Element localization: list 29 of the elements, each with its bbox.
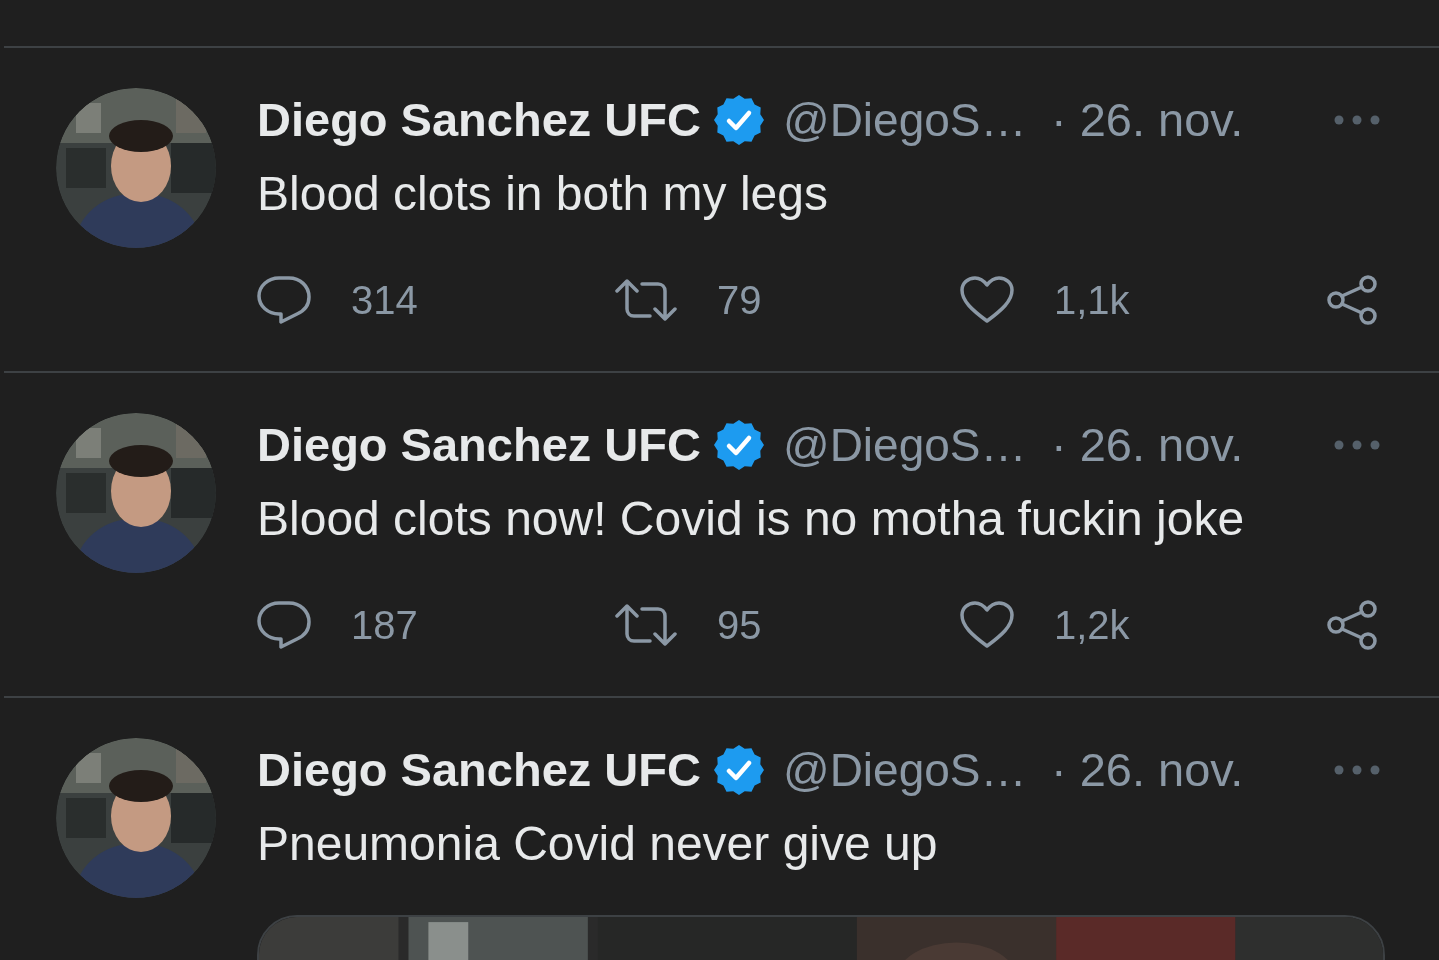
- like-count: 1,2k: [1054, 602, 1130, 649]
- speech-bubble-icon[interactable]: [257, 600, 311, 650]
- author-name[interactable]: Diego Sanchez UFC: [257, 84, 701, 156]
- retweet-icon[interactable]: [615, 278, 677, 322]
- author-handle[interactable]: @DiegoS…: [782, 735, 1051, 805]
- tweet-date[interactable]: · 26. nov.: [1050, 84, 1244, 156]
- tweet-text: Blood clots now! Covid is no motha fuckin joke: [257, 491, 1245, 547]
- share-icon[interactable]: [1325, 274, 1379, 326]
- reply-count: 187: [351, 602, 418, 649]
- more-options-icon[interactable]: [1333, 439, 1381, 451]
- speech-bubble-icon[interactable]: [257, 275, 311, 325]
- like-count: 1,1k: [1054, 277, 1130, 324]
- retweet-icon[interactable]: [615, 603, 677, 647]
- share-icon[interactable]: [1325, 599, 1379, 651]
- author-handle[interactable]: @DiegoS…: [782, 410, 1051, 480]
- tweet-text: Blood clots in both my legs: [257, 166, 828, 222]
- author-name[interactable]: Diego Sanchez UFC: [257, 734, 701, 806]
- reply-count: 314: [351, 277, 418, 324]
- more-options-icon[interactable]: [1333, 114, 1381, 126]
- tweet-date[interactable]: · 26. nov.: [1050, 734, 1244, 806]
- more-options-icon[interactable]: [1333, 764, 1381, 776]
- tweet-date[interactable]: · 26. nov.: [1050, 409, 1244, 481]
- retweet-count: 79: [717, 277, 762, 324]
- heart-icon[interactable]: [960, 276, 1014, 324]
- heart-icon[interactable]: [960, 601, 1014, 649]
- author-name[interactable]: Diego Sanchez UFC: [257, 409, 701, 481]
- tweet-text: Pneumonia Covid never give up: [257, 816, 938, 872]
- retweet-count: 95: [717, 602, 762, 649]
- author-handle[interactable]: @DiegoS…: [782, 85, 1051, 155]
